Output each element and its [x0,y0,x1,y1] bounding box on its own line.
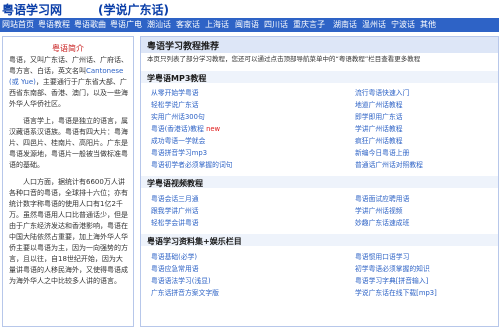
sidebar-paragraph-after: 语言学上，粤语是独立的语言，属汉藏语系汉语族。粤语有四大片：粤海片、四邑片、桂南… [9,117,128,169]
section-title-resources: 粤语学习资料集+娱乐栏目 [147,237,242,246]
link-mp3-left-1[interactable]: 轻松学说广东话 [151,99,199,109]
nav-item-chongqing[interactable]: 重庆言子 [293,19,325,30]
nav-bar: 网站首页 粤语教程 粤语歌曲 粤语广电 潮汕话 客家话 上海话 闽南语 四川话 … [0,18,499,32]
link-video-left-2[interactable]: 轻松学会讲粤语 [151,217,199,227]
sidebar-title: 粤语简介 [52,44,84,53]
nav-item-home[interactable]: 网站首页 [2,19,34,30]
link-mp3-left-0[interactable]: 从零开始学粤语 [151,87,199,97]
link-mp3-right-4[interactable]: 疯狂广州话教程 [355,135,403,145]
sidebar-text: 粤语，又叫广东话、广州话、广府话、粤方言、白话，英文名叫Cantonese (或… [9,55,129,287]
link-video-right-2[interactable]: 妙趣广东话速成班 [355,217,409,227]
link-mp3-right-0[interactable]: 流行粤语快速入门 [355,87,409,97]
sidebar-paragraph: 语言学上，粤语是独立的语言，属汉藏语系汉语族。粤语有四大片：粤海片、四邑片、桂南… [9,116,129,171]
link-mp3-left-6[interactable]: 粤语初学者必须掌握的词句 [151,159,233,169]
nav-item-hunan[interactable]: 湖南话 [333,19,357,30]
main-intro: 本页只列表了部分学习教程，您还可以通过点击顶部导航菜单中的“粤语教程”栏目查看更… [147,55,421,63]
site-title[interactable]: 粤语学习网 [2,1,62,18]
section-title-mp3: 学粤语MP3教程 [147,74,207,83]
link-video-left-1[interactable]: 跟我学讲广州话 [151,205,199,215]
link-res-right-1[interactable]: 初学粤语必须掌握的知识 [355,263,430,273]
nav-item-cantonese-songs[interactable]: 粤语歌曲 [74,19,106,30]
sidebar-intro: 粤语简介 粤语，又叫广东话、广州话、广府话、粤方言、白话，英文名叫Cantone… [2,36,134,327]
link-mp3-left-2[interactable]: 实用广州话300句 [151,111,205,121]
link-mp3-right-1[interactable]: 地道广州话教程 [355,99,403,109]
nav-item-ningbo[interactable]: 宁波话 [391,19,415,30]
link-res-right-0[interactable]: 粤语惯用口语学习 [355,251,409,261]
nav-item-cantonese-radio[interactable]: 粤语广电 [110,19,142,30]
content-wrap: 粤语简介 粤语，又叫广东话、广州话、广府话、粤方言、白话，英文名叫Cantone… [0,32,499,327]
site-header: 粤语学习网 (学说广东话) [0,0,499,18]
link-res-left-1[interactable]: 粤语应急常用语 [151,263,199,273]
main-header: 粤语学习教程推荐 [141,37,498,53]
sidebar-paragraph: 人口方面，据统计有6600万人讲各种口音的粤语，全球排十六位；亦有统计数字称粤语… [9,177,129,287]
link-mp3-right-3[interactable]: 学讲广州话教程 [355,123,403,133]
link-res-left-2[interactable]: 粤语语法学习(浅显) [151,275,211,285]
link-res-left-3[interactable]: 广东话拼音方案文字版 [151,287,219,297]
main-panel: 粤语学习教程推荐 本页只列表了部分学习教程，您还可以通过点击顶部导航菜单中的“粤… [140,36,499,327]
link-res-right-3[interactable]: 学说广东话在线下载[mp3] [355,287,437,297]
new-badge: new [206,125,221,133]
link-video-left-0[interactable]: 粤语会话三月通 [151,193,199,203]
main-heading: 粤语学习教程推荐 [147,42,220,52]
nav-item-other[interactable]: 其他 [420,19,436,30]
sidebar-paragraph: 粤语，又叫广东话、广州话、广府话、粤方言、白话，英文名叫Cantonese (或… [9,55,129,110]
link-mp3-left-4[interactable]: 成功粤语一学就会 [151,135,205,145]
link-mp3-right-2[interactable]: 即学即用广东话 [355,111,403,121]
nav-item-shanghai[interactable]: 上海话 [205,19,229,30]
nav-item-sichuan[interactable]: 四川话 [264,19,288,30]
section-title-video: 学粤语视频教程 [147,179,203,188]
nav-item-wenzhou[interactable]: 温州话 [362,19,386,30]
link-res-right-2[interactable]: 粤语学习字典[拼音输入] [355,275,428,285]
nav-item-chaoshan[interactable]: 潮汕话 [147,19,171,30]
link-res-left-0[interactable]: 粤语基础(必学) [151,251,197,261]
link-video-right-1[interactable]: 学讲广州话视频 [355,205,403,215]
nav-item-hakka[interactable]: 客家话 [176,19,200,30]
link-mp3-left-3[interactable]: 粤语(香港话)教程 new [151,123,220,133]
sidebar-paragraph-after: 人口方面，据统计有6600万人讲各种口音的粤语，全球排十六位；亦有统计数字称粤语… [9,178,128,285]
link-video-right-0[interactable]: 粤语面试应聘用语 [355,193,409,203]
link-mp3-left-5[interactable]: 粤语拼音学习mp3 [151,147,207,157]
site-subtitle: (学说广东话) [98,3,169,17]
link-text: 粤语(香港话)教程 [151,125,204,133]
link-mp3-right-5[interactable]: 新编今日粤语上册 [355,147,409,157]
nav-item-minnan[interactable]: 闽南语 [235,19,259,30]
link-mp3-right-6[interactable]: 普通话广州话对照教程 [355,159,423,169]
nav-item-cantonese-tutorial[interactable]: 粤语教程 [38,19,70,30]
